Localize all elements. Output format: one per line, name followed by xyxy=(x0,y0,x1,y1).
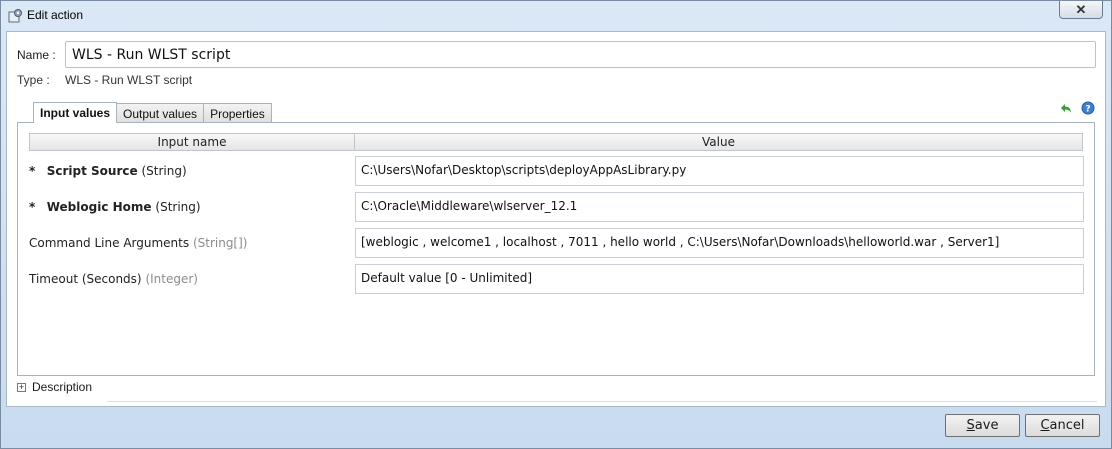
cancel-mnemonic: C xyxy=(1040,418,1050,433)
input-type: (String[]) xyxy=(192,236,248,250)
input-type: (String) xyxy=(141,164,187,178)
edit-action-icon xyxy=(8,9,22,23)
grid-header: Input name Value xyxy=(29,133,1084,151)
table-row: * Script Source (String) C:\Users\Nofar\… xyxy=(29,156,1084,186)
input-name: * Weblogic Home (String) xyxy=(29,200,201,214)
input-name-label: Timeout (Seconds) xyxy=(29,272,142,286)
tab-properties[interactable]: Properties xyxy=(203,103,272,123)
required-marker: * xyxy=(29,200,36,214)
name-label: Name : xyxy=(17,48,56,62)
column-header-input-name[interactable]: Input name xyxy=(29,133,355,151)
type-value: WLS - Run WLST script xyxy=(65,73,193,87)
value-field[interactable]: Default value [0 - Unlimited] xyxy=(355,264,1084,294)
save-label: ave xyxy=(974,418,999,433)
value-field[interactable]: C:\Users\Nofar\Desktop\scripts\deployApp… xyxy=(355,156,1084,186)
cancel-label: ancel xyxy=(1049,418,1085,433)
input-values-panel: Input name Value * Script Source (String… xyxy=(17,122,1095,376)
input-name-label: Script Source xyxy=(46,164,138,178)
tab-input-values[interactable]: Input values xyxy=(33,102,118,123)
input-name-label: Command Line Arguments xyxy=(29,236,190,250)
input-type: (String) xyxy=(155,200,201,214)
input-name-label: Weblogic Home xyxy=(46,200,152,214)
table-row: Command Line Arguments (String[]) [weblo… xyxy=(29,228,1084,258)
column-header-value[interactable]: Value xyxy=(354,133,1083,151)
description-toggle[interactable]: + Description xyxy=(17,380,92,394)
close-icon: ✕ xyxy=(1075,1,1087,17)
name-input[interactable]: WLS - Run WLST script xyxy=(65,41,1096,68)
divider xyxy=(107,401,1097,402)
value-field[interactable]: C:\Oracle\Middleware\wlserver_12.1 xyxy=(355,192,1084,222)
description-label: Description xyxy=(32,380,93,394)
edit-action-dialog: Edit action ✕ Name : WLS - Run WLST scri… xyxy=(0,0,1112,449)
value-field[interactable]: [weblogic , welcome1 , localhost , 7011 … xyxy=(355,228,1084,258)
window-title: Edit action xyxy=(27,8,84,22)
input-name: Timeout (Seconds) (Integer) xyxy=(29,272,198,286)
tab-tools: ? xyxy=(1059,101,1095,115)
svg-text:?: ? xyxy=(1085,105,1090,115)
close-button[interactable]: ✕ xyxy=(1059,1,1103,19)
title-bar[interactable]: Edit action ✕ xyxy=(1,1,1111,31)
save-button[interactable]: Save xyxy=(945,414,1020,437)
type-label: Type : xyxy=(17,73,50,87)
input-type: (Integer) xyxy=(145,272,198,286)
cancel-button[interactable]: Cancel xyxy=(1025,414,1100,437)
expand-icon: + xyxy=(17,381,26,392)
table-row: Timeout (Seconds) (Integer) Default valu… xyxy=(29,264,1084,294)
undo-arrow-icon[interactable] xyxy=(1059,101,1073,115)
table-row: * Weblogic Home (String) C:\Oracle\Middl… xyxy=(29,192,1084,222)
required-marker: * xyxy=(29,164,36,178)
input-name: Command Line Arguments (String[]) xyxy=(29,236,247,250)
help-icon[interactable]: ? xyxy=(1081,101,1095,115)
tab-strip: Input values Output values Properties xyxy=(33,102,272,123)
tab-output-values[interactable]: Output values xyxy=(116,103,205,123)
dialog-body: Name : WLS - Run WLST script Type : WLS … xyxy=(6,31,1106,407)
input-name: * Script Source (String) xyxy=(29,164,187,178)
save-mnemonic: S xyxy=(966,418,975,433)
